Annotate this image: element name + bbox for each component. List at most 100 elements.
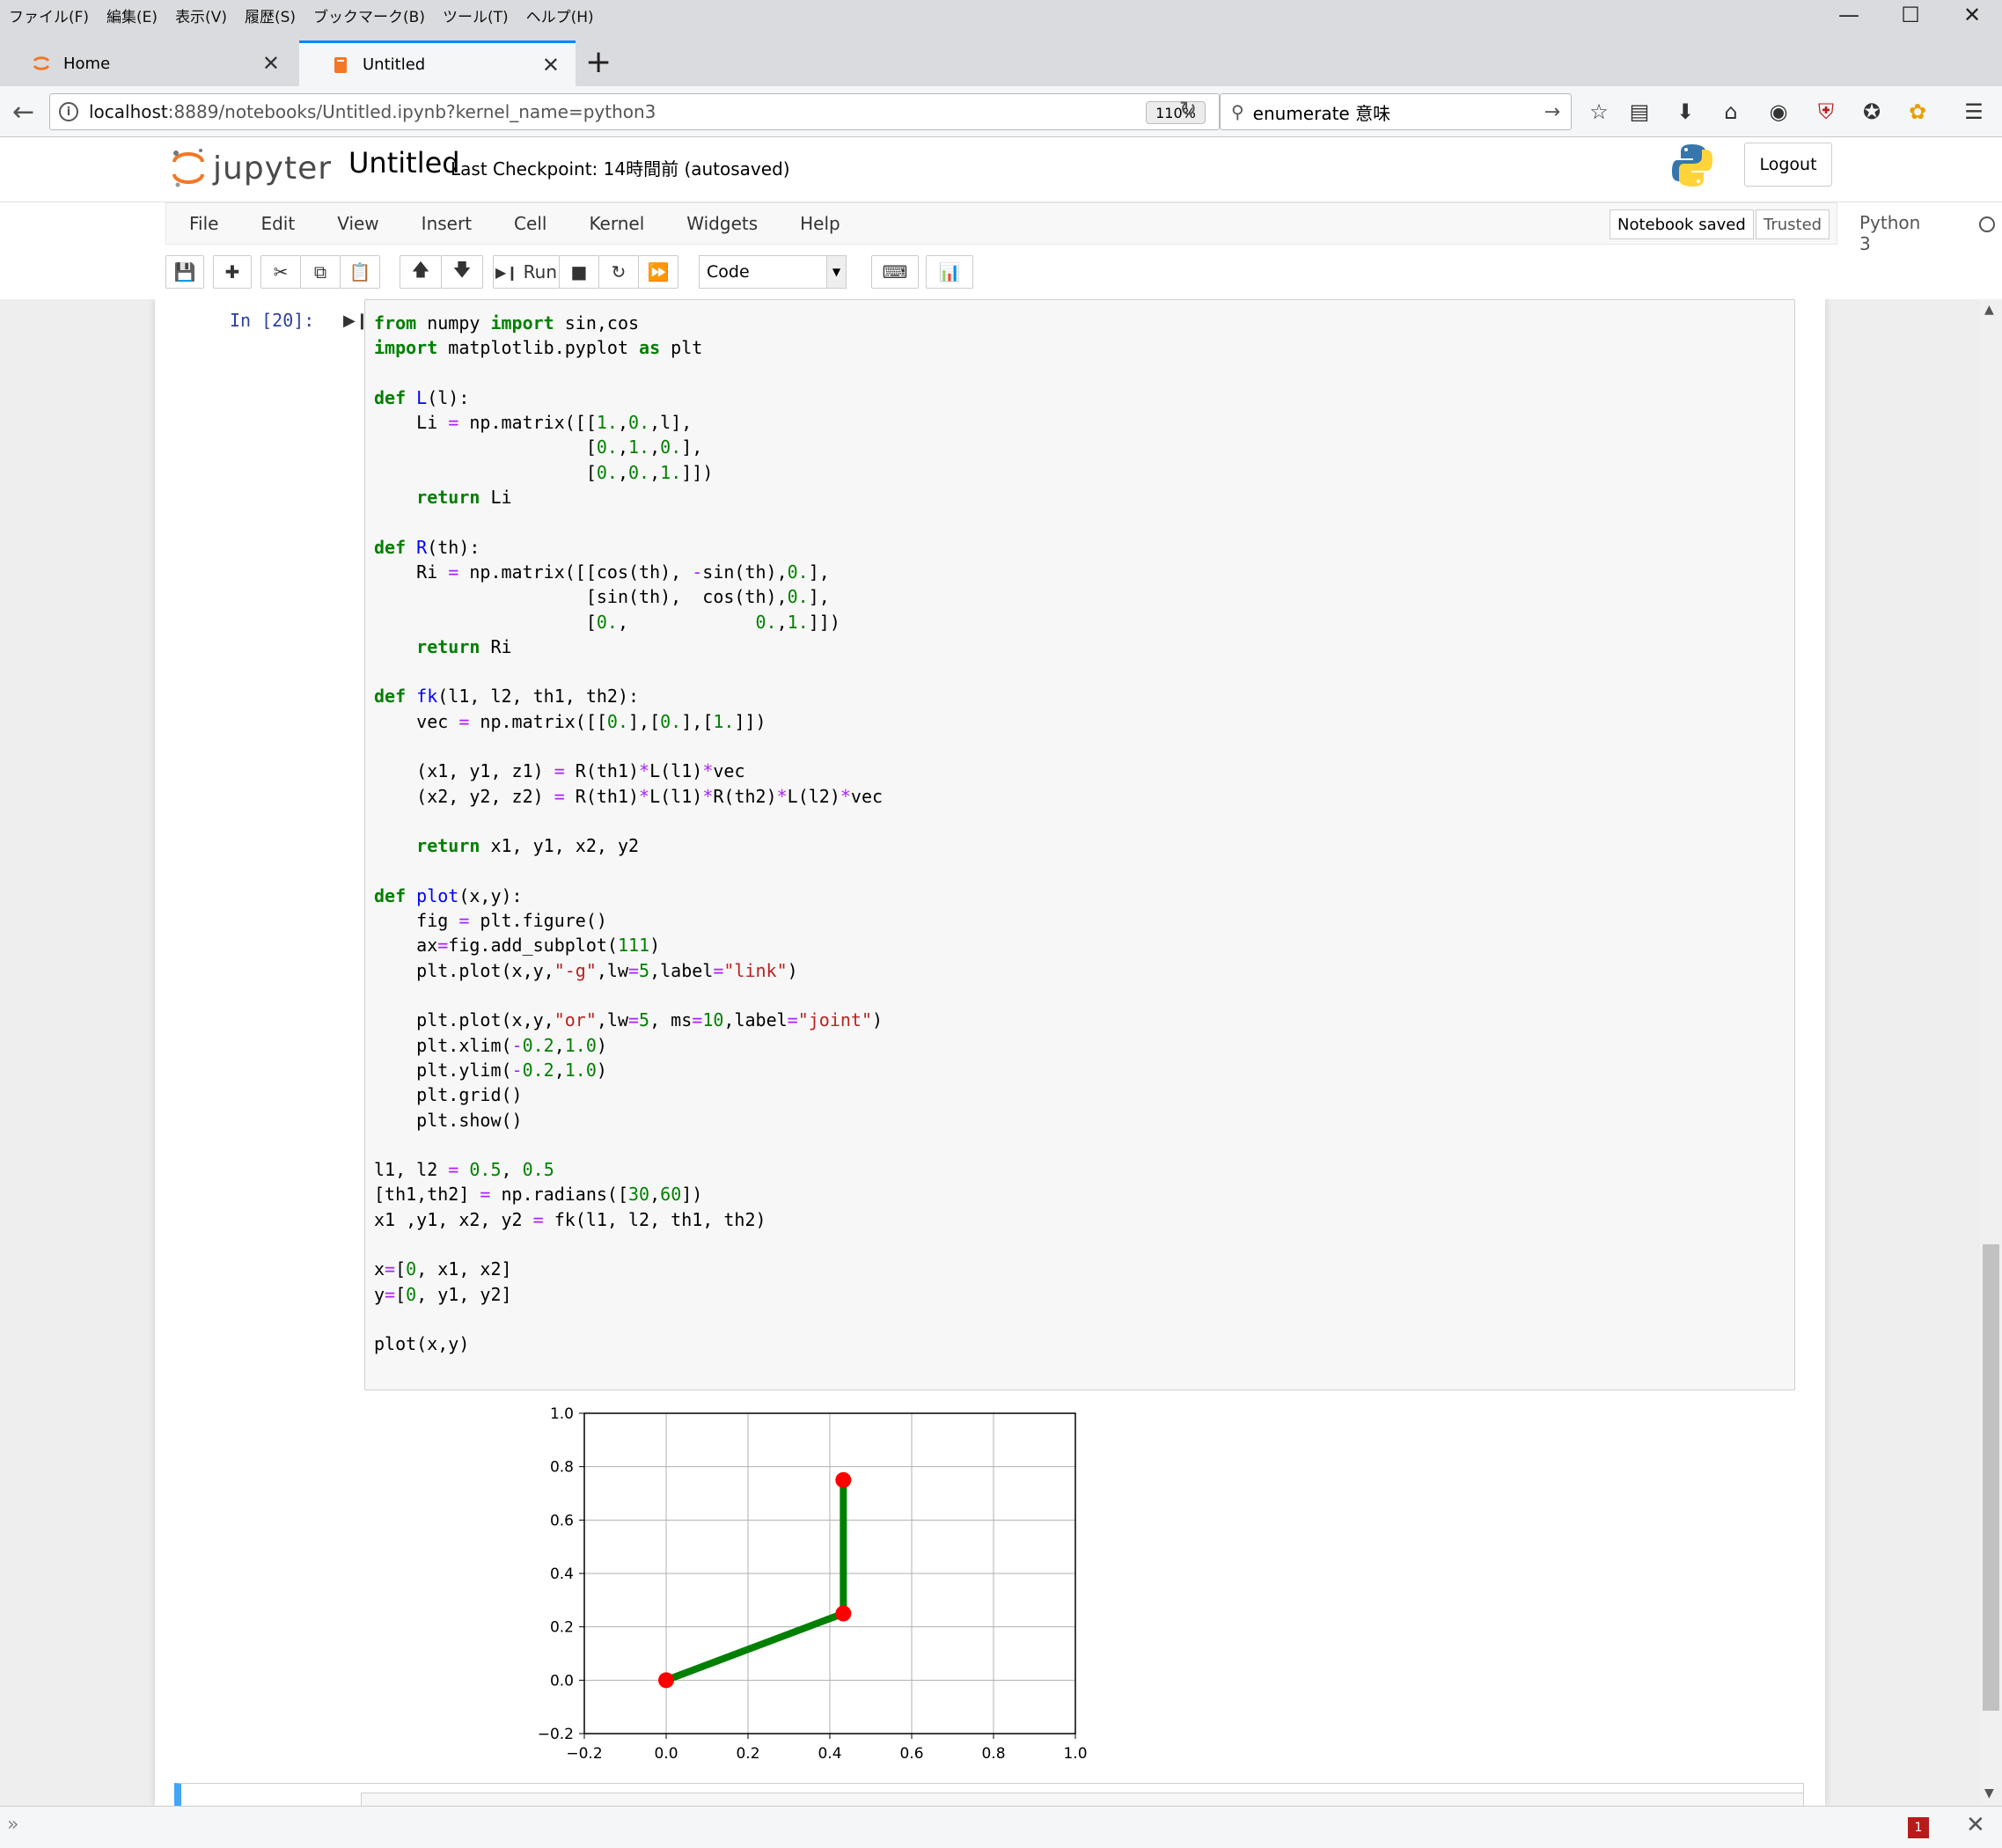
y-tick-label: 0.0: [550, 1672, 574, 1690]
logout-button[interactable]: Logout: [1744, 143, 1832, 187]
joint-marker: [658, 1672, 674, 1689]
hamburger-menu-icon[interactable]: ☰: [1961, 99, 1987, 125]
search-input[interactable]: ⚲ enumerate 意味 →: [1220, 93, 1572, 130]
scissors-icon: ✂: [273, 261, 289, 282]
x-tick-label: 0.8: [981, 1745, 1005, 1763]
extension-icon[interactable]: ✪: [1859, 99, 1885, 125]
url-bar[interactable]: i localhost:8889/notebooks/Untitled.ipyn…: [49, 93, 1220, 130]
restart-button[interactable]: ↻: [598, 255, 639, 289]
back-arrow-icon[interactable]: ←: [12, 97, 34, 128]
save-button[interactable]: 💾: [165, 255, 204, 289]
window-close-icon[interactable]: ✕: [1941, 0, 2002, 30]
menu-view[interactable]: 表示(V): [166, 4, 236, 26]
arrow-up-icon: 🡅: [411, 259, 430, 280]
x-tick-label: 0.0: [654, 1745, 678, 1763]
scrollbar[interactable]: ▲ ▼: [1980, 299, 2002, 1806]
jupyter-logo-text: jupyter: [213, 150, 333, 187]
info-icon[interactable]: i: [59, 102, 78, 121]
menu-edit[interactable]: 編集(E): [98, 4, 166, 26]
menu-edit[interactable]: Edit: [260, 213, 295, 234]
scroll-up-icon[interactable]: ▲: [1984, 303, 1994, 317]
notebook-toolbar: 💾 ✚ ✂ ⧉ 📋 🡅 🡇 ▶❙ Run ■ ↻ ⏩ Code ▼ ⌨ 📊: [165, 253, 1837, 292]
joint-marker: [835, 1605, 852, 1622]
scrollbar-thumb[interactable]: [1983, 1244, 1999, 1711]
cell-type-value: Code: [707, 262, 750, 282]
y-tick-label: 0.2: [550, 1619, 574, 1637]
menu-view[interactable]: View: [337, 213, 378, 234]
cut-button[interactable]: ✂: [260, 255, 301, 289]
menu-insert[interactable]: Insert: [422, 213, 472, 234]
reload-icon[interactable]: ↻: [1179, 97, 1197, 121]
colorful-extension-icon[interactable]: ✿: [1904, 99, 1931, 125]
reading-list-icon[interactable]: ▤: [1626, 99, 1653, 125]
tab-close-icon[interactable]: ✕: [262, 51, 280, 76]
scroll-down-icon[interactable]: ▼: [1984, 1786, 1994, 1800]
x-tick-label: −0.2: [566, 1745, 602, 1763]
run-button[interactable]: ▶❙ Run: [493, 255, 560, 289]
search-go-arrow-icon[interactable]: →: [1544, 101, 1560, 123]
interrupt-button[interactable]: ■: [559, 255, 599, 289]
plus-icon: ✚: [224, 261, 240, 282]
minimize-icon[interactable]: —: [1818, 0, 1880, 30]
jupyter-logo[interactable]: jupyter: [171, 146, 332, 190]
close-icon[interactable]: ✕: [1966, 1812, 1985, 1838]
home-icon[interactable]: ⌂: [1718, 99, 1744, 125]
empty-cell-editor[interactable]: [361, 1793, 1804, 1806]
tab-untitled[interactable]: Untitled ✕: [299, 40, 576, 86]
url-path: :8889/notebooks/Untitled.ipynb?kernel_na…: [167, 101, 656, 122]
notebook-name[interactable]: Untitled: [348, 146, 460, 180]
kernel-idle-icon: [1979, 216, 1995, 232]
redo-icon: ↻: [611, 261, 627, 282]
tab-label: Untitled: [363, 55, 426, 74]
new-tab-icon[interactable]: +: [585, 44, 612, 80]
grid-lines: [583, 1412, 1076, 1734]
menu-kernel[interactable]: Kernel: [589, 213, 644, 234]
notebook-saved-indicator: Notebook saved: [1610, 209, 1754, 239]
link-line: [664, 1479, 847, 1684]
trusted-indicator[interactable]: Trusted: [1756, 209, 1830, 239]
menu-widgets[interactable]: Widgets: [686, 213, 758, 234]
notebook-area: In [20]: ▶❙ from numpy import sin,cos im…: [0, 299, 1980, 1806]
paste-button[interactable]: 📋: [340, 255, 380, 289]
ublock-shield-icon[interactable]: ⛨: [1813, 99, 1839, 125]
move-up-button[interactable]: 🡅: [400, 255, 442, 289]
copy-button[interactable]: ⧉: [300, 255, 341, 289]
y-tick-label: 1.0: [550, 1405, 574, 1423]
move-down-button[interactable]: 🡇: [441, 255, 483, 289]
plot-output: −0.2 0.0 0.2 0.4 0.6 0.8 1.0 −0.2 0.0 0.2 0.4 0.6 0.…: [371, 1392, 1093, 1783]
tab-close-icon[interactable]: ✕: [542, 53, 560, 77]
menu-help[interactable]: ヘルプ(H): [517, 4, 603, 26]
notification-badge-icon[interactable]: 1: [1908, 1817, 1929, 1838]
fast-forward-icon: ⏩: [647, 261, 670, 282]
cell-type-select[interactable]: Code ▼: [699, 255, 847, 289]
kernel-name: Python 3: [1859, 212, 1921, 254]
browser-status-bar: » 1 ✕: [0, 1806, 2002, 1848]
notebook-favicon-icon: [334, 56, 347, 73]
double-chevron-right-icon[interactable]: »: [7, 1814, 18, 1836]
menu-file[interactable]: File: [189, 213, 218, 234]
menu-file[interactable]: ファイル(F): [0, 4, 98, 26]
tick-labels: −0.2 0.0 0.2 0.4 0.6 0.8 1.0 −0.2 0.0 0.2 0.4 0.6 0.…: [538, 1405, 1088, 1763]
download-icon[interactable]: ⬇: [1672, 99, 1698, 125]
bookmark-star-icon[interactable]: ☆: [1586, 99, 1612, 125]
insert-cell-button[interactable]: ✚: [213, 255, 252, 289]
tab-home[interactable]: Home ✕: [0, 40, 296, 86]
pocket-icon[interactable]: ◉: [1765, 99, 1792, 125]
menu-help[interactable]: Help: [800, 213, 840, 234]
chevron-down-icon: ▼: [826, 256, 846, 288]
menu-cell[interactable]: Cell: [514, 213, 546, 234]
y-tick-label: 0.4: [550, 1566, 574, 1583]
empty-code-cell[interactable]: [174, 1783, 1804, 1806]
chart-button[interactable]: 📊: [926, 255, 973, 289]
code-cell-editor[interactable]: from numpy import sin,cos import matplot…: [364, 299, 1795, 1390]
x-tick-label: 0.4: [818, 1745, 841, 1763]
menu-bookmarks[interactable]: ブックマーク(B): [304, 4, 434, 26]
menu-tools[interactable]: ツール(T): [434, 4, 517, 26]
command-palette-button[interactable]: ⌨: [871, 255, 919, 289]
search-icon: ⚲: [1231, 101, 1244, 122]
maximize-icon[interactable]: ☐: [1880, 0, 1941, 30]
restart-run-all-button[interactable]: ⏩: [638, 255, 678, 289]
copy-icon: ⧉: [313, 261, 327, 282]
save-icon: 💾: [173, 261, 196, 282]
menu-history[interactable]: 履歴(S): [236, 4, 304, 26]
